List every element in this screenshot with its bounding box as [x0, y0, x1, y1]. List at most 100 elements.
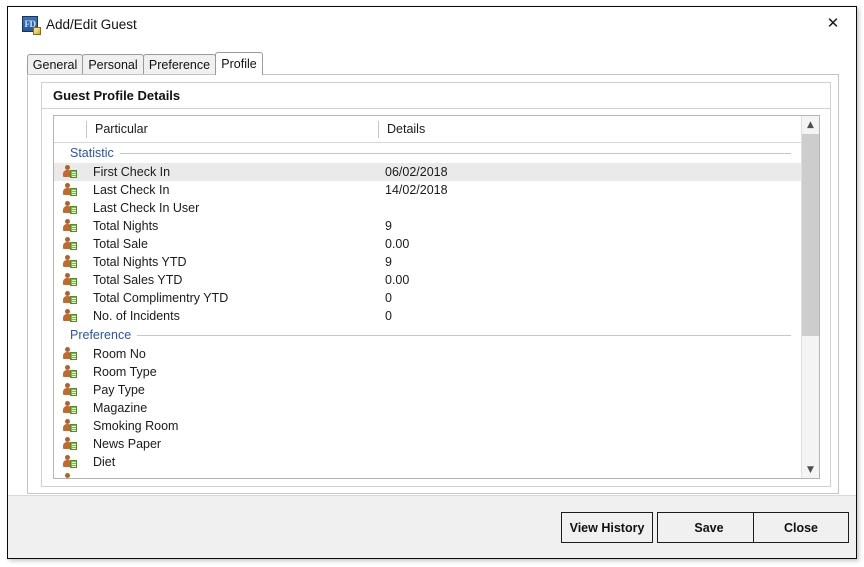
app-fd-icon: FD	[22, 16, 41, 35]
guest-person-icon	[62, 164, 78, 180]
view-history-button[interactable]: View History	[561, 512, 653, 543]
grid-section-label: Preference	[70, 328, 132, 342]
table-row[interactable]: No. of Incidents 0	[54, 307, 801, 325]
guest-person-icon	[62, 290, 78, 306]
column-separator	[378, 121, 379, 138]
chevron-down-icon: ▼	[807, 464, 814, 475]
table-row[interactable]: News Paper	[54, 435, 801, 453]
scroll-up-button[interactable]: ▲	[802, 116, 819, 133]
guest-person-icon	[62, 182, 78, 198]
cell-particular: Room Type	[93, 365, 157, 379]
dialog-footer: View History Save Close	[8, 495, 856, 558]
table-row[interactable]: Room No	[54, 345, 801, 363]
grid-vertical-scrollbar[interactable]: ▲ ▼	[801, 116, 819, 478]
window-title: Add/Edit Guest	[46, 17, 137, 32]
tab-profile-label: Profile	[221, 57, 257, 71]
cell-details: 0	[385, 309, 392, 323]
guest-person-icon	[62, 218, 78, 234]
table-row[interactable]: Total Complimentry YTD 0	[54, 289, 801, 307]
guest-person-icon	[62, 418, 78, 434]
guest-person-icon	[62, 272, 78, 288]
table-row[interactable]: Smoking Room	[54, 417, 801, 435]
table-row[interactable]: Total Nights YTD 9	[54, 253, 801, 271]
tab-strip: General Personal Preference Profile	[27, 52, 839, 75]
cell-details: 0	[385, 291, 392, 305]
close-label: Close	[783, 520, 819, 535]
cell-particular: Last Check In User	[93, 201, 200, 215]
app-window: FD Add/Edit Guest ✕ General Personal Pre…	[0, 0, 864, 567]
guest-person-icon	[62, 454, 78, 470]
cell-particular: Total Nights	[93, 219, 159, 233]
table-row[interactable]: Magazine	[54, 399, 801, 417]
tab-general-label: General	[32, 58, 78, 72]
view-history-label: View History	[569, 520, 645, 535]
grid-section-header: Statistic	[54, 143, 801, 163]
cell-particular: Total Nights YTD	[93, 255, 187, 269]
profile-details-grid: Particular Details Statistic First Check …	[53, 115, 820, 479]
scroll-thumb[interactable]	[802, 134, 819, 336]
guest-person-icon	[62, 436, 78, 452]
cell-particular: First Check In	[93, 165, 171, 179]
guest-person-icon	[62, 472, 78, 478]
table-row[interactable]: Diet	[54, 453, 801, 471]
save-label: Save	[694, 520, 724, 535]
title-bar: FD Add/Edit Guest ✕	[8, 7, 856, 42]
close-icon: ✕	[826, 13, 840, 32]
table-row[interactable]: First Check In 06/02/2018	[54, 163, 801, 181]
guest-person-icon	[62, 382, 78, 398]
column-header-particular[interactable]: Particular	[95, 116, 148, 143]
cell-particular: News Paper	[93, 437, 162, 451]
save-button[interactable]: Save	[657, 512, 761, 543]
table-row[interactable]: Total Sales YTD 0.00	[54, 271, 801, 289]
table-row[interactable]: Last Check In 14/02/2018	[54, 181, 801, 199]
tab-personal[interactable]: Personal	[82, 54, 144, 75]
close-window-button[interactable]: ✕	[810, 7, 856, 39]
cell-particular: Total Sale	[93, 237, 148, 251]
close-button[interactable]: Close	[753, 512, 849, 543]
scroll-down-button[interactable]: ▼	[802, 461, 819, 478]
guest-profile-details-group: Guest Profile Details Particular Details…	[41, 82, 831, 487]
cell-particular: Room No	[93, 347, 146, 361]
cell-particular: Last Check In	[93, 183, 170, 197]
guest-person-icon	[62, 346, 78, 362]
cell-particular: Total Sales YTD	[93, 273, 183, 287]
guest-person-icon	[62, 236, 78, 252]
table-row[interactable]: Room Type	[54, 363, 801, 381]
guest-person-icon	[62, 308, 78, 324]
grid-section-label: Statistic	[70, 146, 114, 160]
cell-details: 9	[385, 219, 392, 233]
cell-details: 06/02/2018	[385, 165, 448, 179]
table-row[interactable]: Total Nights 9	[54, 217, 801, 235]
cell-details: 9	[385, 255, 392, 269]
cell-details: 0.00	[385, 273, 410, 287]
cell-details: 14/02/2018	[385, 183, 448, 197]
guest-person-icon	[62, 364, 78, 380]
cell-particular: No. of Incidents	[93, 309, 180, 323]
tab-profile[interactable]: Profile	[215, 52, 263, 75]
cell-particular: Total Complimentry YTD	[93, 291, 229, 305]
dialog-frame: FD Add/Edit Guest ✕ General Personal Pre…	[7, 6, 857, 559]
table-row[interactable]: Last Check In User	[54, 199, 801, 217]
group-title: Guest Profile Details	[42, 83, 830, 109]
table-row[interactable]	[54, 471, 801, 478]
tab-general[interactable]: General	[27, 54, 83, 75]
grid-header: Particular Details	[54, 116, 819, 143]
cell-particular: Smoking Room	[93, 419, 179, 433]
grid-section-rule	[119, 152, 791, 154]
table-row[interactable]: Pay Type	[54, 381, 801, 399]
table-row[interactable]: Total Sale 0.00	[54, 235, 801, 253]
cell-particular: Diet	[93, 455, 116, 469]
tab-preference-label: Preference	[148, 58, 211, 72]
tab-page-profile: Guest Profile Details Particular Details…	[27, 74, 839, 494]
cell-details: 0.00	[385, 237, 410, 251]
tab-personal-label: Personal	[88, 58, 138, 72]
grid-section-header: Preference	[54, 325, 801, 345]
column-separator	[86, 121, 87, 138]
guest-person-icon	[62, 254, 78, 270]
cell-particular: Pay Type	[93, 383, 145, 397]
tab-preference[interactable]: Preference	[143, 54, 216, 75]
guest-person-icon	[62, 400, 78, 416]
guest-person-icon	[62, 200, 78, 216]
column-header-details[interactable]: Details	[387, 116, 425, 143]
grid-section-rule	[137, 334, 791, 336]
